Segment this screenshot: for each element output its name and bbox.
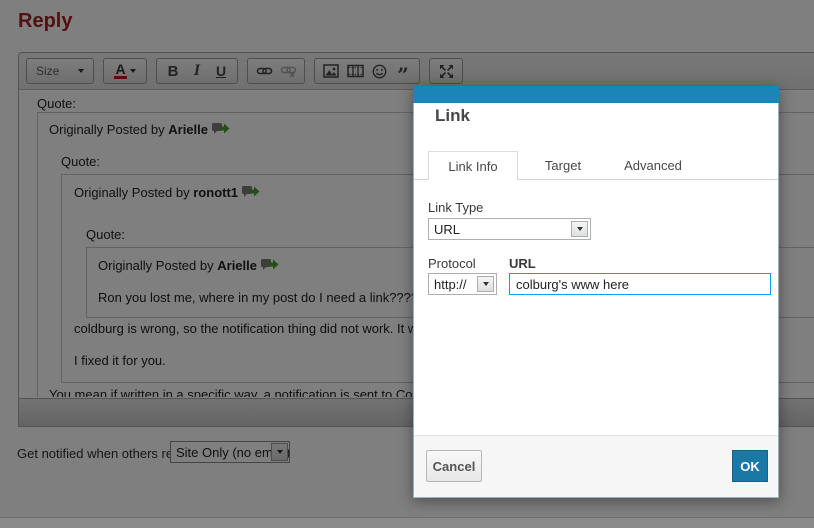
protocol-value: http:// — [434, 276, 467, 292]
dialog-header-bar[interactable] — [413, 86, 779, 103]
tab-target[interactable]: Target — [518, 151, 608, 180]
link-type-select-arrow[interactable] — [571, 221, 588, 237]
link-type-label: Link Type — [428, 200, 484, 215]
protocol-select-arrow[interactable] — [477, 276, 494, 292]
dialog-footer: Cancel OK — [414, 435, 778, 497]
url-input[interactable] — [509, 273, 771, 295]
cancel-button[interactable]: Cancel — [426, 450, 482, 482]
link-type-value: URL — [434, 221, 461, 237]
bottom-page-strip — [0, 517, 814, 528]
tab-link-info[interactable]: Link Info — [428, 151, 518, 180]
link-dialog: Link Link Info Target Advanced Link Type… — [413, 86, 779, 498]
protocol-select[interactable]: http:// — [428, 273, 497, 295]
dialog-title: Link — [435, 106, 470, 125]
tab-advanced[interactable]: Advanced — [608, 151, 698, 180]
chevron-down-icon — [576, 227, 583, 231]
link-type-select[interactable]: URL — [428, 218, 591, 240]
url-label: URL — [509, 256, 536, 271]
ok-button[interactable]: OK — [732, 450, 768, 482]
protocol-label: Protocol — [428, 256, 476, 271]
chevron-down-icon — [482, 282, 489, 286]
